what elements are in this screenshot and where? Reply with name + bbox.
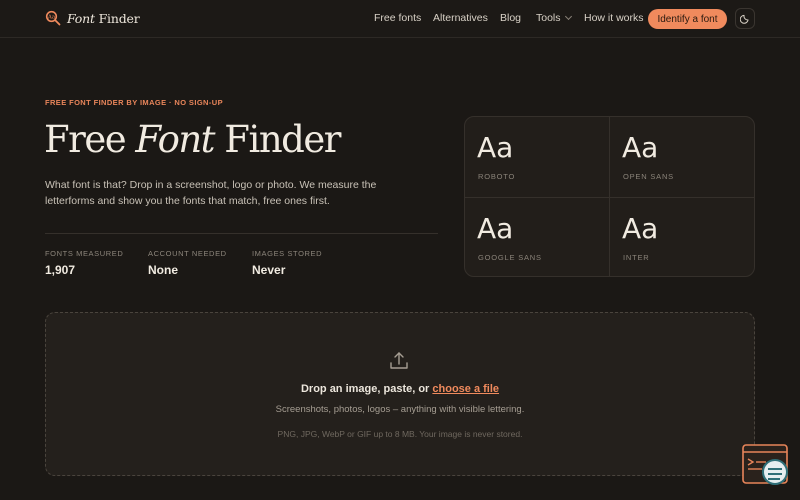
- stat-value: Never: [252, 263, 286, 277]
- nav-how-it-works[interactable]: How it works: [584, 12, 644, 24]
- upload-icon: [390, 352, 408, 369]
- hero-description: What font is that? Drop in a screenshot,…: [45, 179, 377, 207]
- logo-text: Font Finder: [67, 10, 140, 26]
- hero-eyebrow: FREE FONT FINDER BY IMAGE · NO SIGN-UP: [45, 98, 223, 107]
- theme-toggle-button[interactable]: [735, 8, 755, 29]
- chevron-down-icon: [564, 12, 572, 21]
- font-sample-roboto[interactable]: Aa ROBOTO: [465, 117, 610, 197]
- dropzone-subtitle: Screenshots, photos, logos – anything wi…: [275, 404, 525, 415]
- page-title: Free Font Finder: [44, 118, 341, 161]
- font-sample-glyphs: Aa: [622, 212, 659, 245]
- font-sample-glyphs: Aa: [622, 131, 659, 164]
- svg-text:Aa: Aa: [47, 15, 56, 21]
- dropzone-title: Drop an image, paste, or choose a file: [300, 383, 500, 395]
- magnifier-logo-icon: Aa: [45, 10, 61, 26]
- font-sample-glyphs: Aa: [477, 131, 514, 164]
- font-sample-open-sans[interactable]: Aa OPEN SANS: [610, 117, 754, 197]
- chat-widget-icon[interactable]: [742, 444, 790, 488]
- stat-label: IMAGES STORED: [252, 249, 323, 258]
- stat-images-stored: IMAGES STORED Never: [252, 249, 322, 277]
- stat-account-needed: ACCOUNT NEEDED None: [148, 249, 227, 277]
- nav-tools[interactable]: Tools: [536, 12, 572, 24]
- stat-fonts-measured: FONTS MEASURED 1,907: [45, 249, 123, 277]
- nav-tools-label: Tools: [536, 12, 561, 24]
- logo[interactable]: Aa Font Finder: [45, 10, 140, 26]
- font-sample-name: OPEN SANS: [623, 172, 674, 181]
- font-sample-name: INTER: [623, 253, 650, 262]
- site-header: Aa Font Finder Free fonts Alternatives B…: [0, 0, 800, 38]
- grid-divider-horizontal: [465, 197, 754, 198]
- stat-value: 1,907: [45, 263, 76, 277]
- choose-file-link[interactable]: choose a file: [432, 383, 499, 395]
- nav-blog[interactable]: Blog: [500, 12, 521, 24]
- font-sample-grid: Aa ROBOTO Aa OPEN SANS Aa GOOGLE SANS Aa…: [464, 116, 755, 277]
- moon-icon: [739, 14, 749, 24]
- nav-free-fonts[interactable]: Free fonts: [374, 12, 421, 24]
- font-sample-name: ROBOTO: [478, 172, 516, 181]
- font-sample-glyphs: Aa: [477, 212, 514, 245]
- font-sample-inter[interactable]: Aa INTER: [610, 198, 754, 276]
- font-sample-name: GOOGLE SANS: [478, 253, 542, 262]
- stat-label: FONTS MEASURED: [45, 249, 124, 258]
- hero-divider: [45, 233, 438, 234]
- stat-value: None: [148, 263, 178, 277]
- font-sample-google-sans[interactable]: Aa GOOGLE SANS: [465, 198, 610, 276]
- nav-alternatives[interactable]: Alternatives: [433, 12, 488, 24]
- dropzone-note: PNG, JPG, WebP or GIF up to 8 MB. Your i…: [277, 429, 523, 439]
- identify-font-button[interactable]: Identify a font: [648, 9, 727, 29]
- stat-label: ACCOUNT NEEDED: [148, 249, 227, 258]
